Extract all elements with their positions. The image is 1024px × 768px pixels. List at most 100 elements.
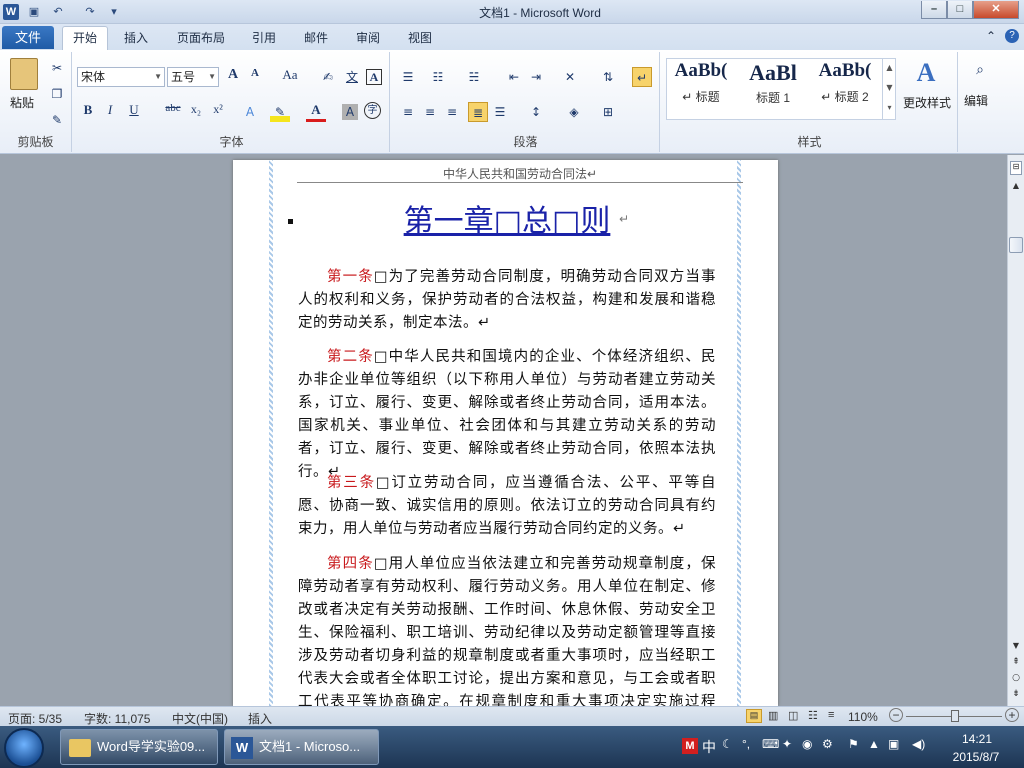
clock-date[interactable]: 2015/8/7 — [940, 750, 1012, 764]
page-count[interactable]: 页面: 5/35 — [8, 710, 62, 727]
ime-logo-icon[interactable]: M — [682, 738, 698, 754]
word-count[interactable]: 字数: 11,075 — [84, 710, 150, 727]
paragraph[interactable]: 第二条□中华人民共和国境内的企业、个体经济组织、民办非企业单位等组织（以下称用人… — [298, 346, 716, 484]
phonetic-guide-button[interactable]: 文 — [342, 67, 362, 87]
draft-icon[interactable]: ≡ — [828, 709, 834, 721]
taskbar-item-word[interactable]: W 文档1 - Microso... — [224, 729, 379, 765]
redo-icon[interactable]: ↷ — [82, 4, 98, 20]
keyboard-icon[interactable]: ⌨ — [762, 737, 779, 751]
web-layout-icon[interactable]: ◫ — [788, 709, 798, 722]
network-icon[interactable]: ▣ — [888, 737, 899, 751]
find-icon[interactable]: ⌕ — [970, 60, 990, 80]
shrink-font-button[interactable]: A — [245, 67, 265, 87]
underline-button[interactable]: U — [124, 102, 144, 122]
align-left-icon[interactable]: ≡ — [398, 102, 418, 122]
style-heading[interactable]: AaBb( ↵ 标题 — [670, 60, 732, 114]
help-icon[interactable]: ? — [1005, 29, 1019, 43]
highlight-icon[interactable]: ✎ — [270, 102, 290, 122]
tool-icon[interactable]: ✦ — [782, 737, 792, 751]
multilevel-list-icon[interactable]: ☵ — [464, 67, 484, 87]
browse-object-icon[interactable]: ○ — [1010, 673, 1022, 683]
justify-icon[interactable]: ≣ — [468, 102, 488, 122]
tab-insert[interactable]: 插入 — [124, 29, 148, 46]
line-spacing-icon[interactable]: ↕ — [526, 102, 546, 122]
enclose-char-button[interactable]: 字 — [364, 102, 381, 119]
decrease-indent-icon[interactable]: ⇤ — [504, 67, 524, 87]
tray-app-icon[interactable]: ◉ — [802, 737, 812, 751]
chinese-layout-icon[interactable]: ✕ — [560, 67, 580, 87]
zoom-out-button[interactable]: − — [889, 708, 903, 722]
scroll-down-icon[interactable]: ▼ — [1010, 641, 1022, 650]
vertical-scrollbar[interactable]: ⊟ ▲ ▼ ⇞ ○ ⇟ — [1007, 155, 1024, 706]
tab-references[interactable]: 引用 — [252, 29, 276, 46]
word-logo-icon[interactable]: W — [3, 4, 19, 20]
editing-label[interactable]: 编辑 — [964, 92, 988, 109]
styles-scroll-icon[interactable]: ▲ ▼ ▾ — [882, 58, 896, 120]
ribbon-minimize-icon[interactable]: ⌃ — [986, 29, 996, 43]
save-icon[interactable]: ▣ — [26, 4, 42, 20]
format-painter-icon[interactable]: ✎ — [47, 110, 67, 130]
change-styles-icon[interactable]: A — [906, 58, 946, 88]
clear-format-icon[interactable]: ✍ — [318, 67, 338, 87]
align-right-icon[interactable]: ≡ — [442, 102, 462, 122]
italic-button[interactable]: I — [100, 102, 120, 122]
moon-icon[interactable]: ☾ — [722, 737, 733, 751]
change-case-button[interactable]: Aa — [277, 67, 303, 87]
style-heading-2[interactable]: AaBb( ↵ 标题 2 — [814, 60, 876, 114]
customize-qat-icon[interactable]: ▾ — [106, 4, 122, 20]
taskbar-item-explorer[interactable]: Word导学实验09... — [60, 729, 218, 765]
previous-page-icon[interactable]: ⇞ — [1010, 657, 1022, 667]
tab-home[interactable]: 开始 — [62, 26, 108, 50]
paste-icon[interactable] — [10, 58, 38, 90]
zoom-slider-thumb[interactable] — [951, 710, 959, 722]
paragraph[interactable]: 第四条□用人单位应当依法建立和完善劳动规章制度，保障劳动者享有劳动权利、履行劳动… — [298, 553, 716, 706]
tray-flag-icon[interactable]: ⚑ — [848, 737, 859, 751]
undo-icon[interactable]: ↶ — [50, 4, 66, 20]
font-size-combo[interactable]: 五号 ▼ — [167, 67, 219, 87]
subscript-button[interactable]: x₂ — [186, 102, 206, 122]
copy-icon[interactable]: ❐ — [47, 84, 67, 104]
next-page-icon[interactable]: ⇟ — [1010, 689, 1022, 699]
scroll-thumb[interactable] — [1009, 237, 1023, 253]
paragraph[interactable]: 第一条□为了完善劳动合同制度，明确劳动合同双方当事人的权利和义务，保护劳动者的合… — [298, 266, 716, 335]
tab-review[interactable]: 审阅 — [356, 29, 380, 46]
close-button[interactable]: ✕ — [973, 1, 1019, 19]
volume-icon[interactable]: ◀) — [912, 737, 925, 751]
settings-icon[interactable]: ⚙ — [822, 737, 833, 751]
paste-label[interactable]: 粘贴 — [10, 94, 34, 111]
language-indicator[interactable]: 中文(中国) — [172, 710, 228, 727]
ruler-toggle-icon[interactable]: ⊟ — [1010, 161, 1022, 175]
align-center-icon[interactable]: ≡ — [420, 102, 440, 122]
char-shading-button[interactable]: A — [342, 104, 358, 120]
numbering-icon[interactable]: ☷ — [428, 67, 448, 87]
clock-time[interactable]: 14:21 — [946, 732, 1008, 746]
tab-file[interactable]: 文件 — [2, 26, 54, 49]
font-color-button[interactable]: A — [306, 102, 326, 122]
print-layout-icon[interactable]: ▤ — [746, 709, 762, 723]
paragraph[interactable]: 第三条□订立劳动合同，应当遵循合法、公平、平等自愿、协商一致、诚实信用的原则。依… — [298, 472, 716, 541]
show-hidden-icons[interactable]: ▲ — [868, 737, 880, 751]
maximize-button[interactable]: □ — [947, 1, 973, 19]
bold-button[interactable]: B — [78, 102, 98, 122]
borders-icon[interactable]: ⊞ — [598, 102, 618, 122]
superscript-button[interactable]: x² — [208, 102, 228, 122]
tab-page-layout[interactable]: 页面布局 — [177, 29, 225, 46]
shading-icon[interactable]: ◈ — [564, 102, 584, 122]
text-effects-icon[interactable]: A — [240, 102, 260, 122]
page-header[interactable]: 中华人民共和国劳动合同法↵ — [297, 165, 743, 183]
punctuation-icon[interactable]: °, — [742, 737, 750, 751]
strikethrough-button[interactable]: abc — [160, 102, 186, 122]
sort-icon[interactable]: ⇅ — [598, 67, 618, 87]
show-marks-icon[interactable]: ↵ — [632, 67, 652, 87]
ime-mode[interactable]: 中 — [702, 737, 716, 757]
font-family-combo[interactable]: 宋体 ▼ — [77, 67, 165, 87]
grow-font-button[interactable]: A — [223, 67, 243, 87]
cut-icon[interactable]: ✂ — [47, 58, 67, 78]
change-styles-label[interactable]: 更改样式 — [900, 94, 954, 111]
tab-view[interactable]: 视图 — [408, 29, 432, 46]
minimize-button[interactable]: – — [921, 1, 947, 19]
chapter-title[interactable]: 第一章□总□则 — [297, 196, 717, 240]
insert-mode[interactable]: 插入 — [248, 710, 272, 727]
zoom-level[interactable]: 110% — [848, 710, 878, 724]
bullets-icon[interactable]: ☰ — [398, 67, 418, 87]
